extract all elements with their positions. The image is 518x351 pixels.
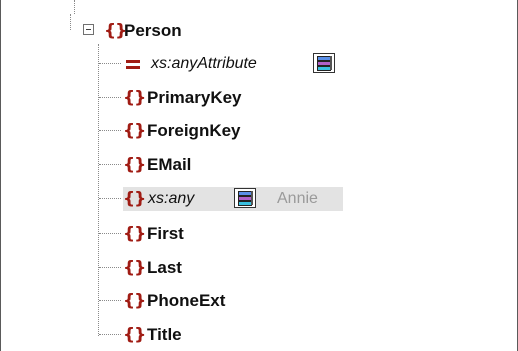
tree-node-first[interactable]: {} First — [1, 222, 518, 246]
node-label: xs:anyAttribute — [151, 55, 257, 72]
tree-connector — [99, 63, 121, 64]
curly-braces-icon: {} — [123, 121, 146, 141]
tree-connector — [99, 267, 121, 268]
tree-node-last[interactable]: {} Last — [1, 256, 518, 280]
tree-connector — [99, 198, 121, 199]
curly-braces-icon: {} — [123, 189, 146, 209]
node-label: PrimaryKey — [147, 88, 242, 107]
tree-connector — [99, 300, 121, 301]
curly-braces-icon: {} — [123, 325, 146, 345]
tree-node-primarykey[interactable]: {} PrimaryKey — [1, 86, 518, 110]
tree-connector — [99, 164, 121, 165]
tree-node-title[interactable]: {} Title — [1, 323, 518, 347]
minus-box-icon[interactable] — [83, 24, 94, 35]
tree-connector — [74, 0, 75, 14]
tree-node-foreignkey[interactable]: {} ForeignKey — [1, 119, 518, 143]
schema-tree-panel: {} Person xs:anyAttribute {} PrimaryKey … — [0, 0, 518, 351]
node-label: Title — [147, 325, 182, 344]
node-label: First — [147, 224, 184, 243]
curly-braces-icon: {} — [123, 291, 146, 311]
node-label: Person — [124, 21, 182, 40]
wildcard-list-icon[interactable] — [313, 53, 335, 73]
node-label: Last — [147, 258, 182, 277]
node-label: ForeignKey — [147, 121, 241, 140]
tree-node-email[interactable]: {} EMail — [1, 153, 518, 177]
tree-connector — [99, 233, 121, 234]
tree-node-phoneext[interactable]: {} PhoneExt — [1, 289, 518, 313]
wildcard-list-icon[interactable] — [234, 188, 256, 208]
tree-node-person[interactable]: {} Person — [1, 19, 518, 43]
curly-braces-icon: {} — [123, 88, 146, 108]
node-value: Annie — [277, 190, 318, 207]
node-label: EMail — [147, 155, 192, 174]
curly-braces-icon: {} — [104, 21, 127, 41]
tree-connector — [99, 334, 121, 335]
curly-braces-icon: {} — [123, 258, 146, 278]
tree-node-anyattribute[interactable]: xs:anyAttribute — [1, 52, 518, 76]
tree-node-xsany[interactable]: {} xs:any Annie — [1, 187, 518, 211]
equals-icon — [123, 52, 143, 76]
node-label: xs:any — [148, 190, 195, 207]
node-label: PhoneExt — [147, 291, 226, 310]
curly-braces-icon: {} — [123, 224, 146, 244]
tree-connector — [99, 97, 121, 98]
curly-braces-icon: {} — [123, 155, 146, 175]
tree-connector — [99, 130, 121, 131]
